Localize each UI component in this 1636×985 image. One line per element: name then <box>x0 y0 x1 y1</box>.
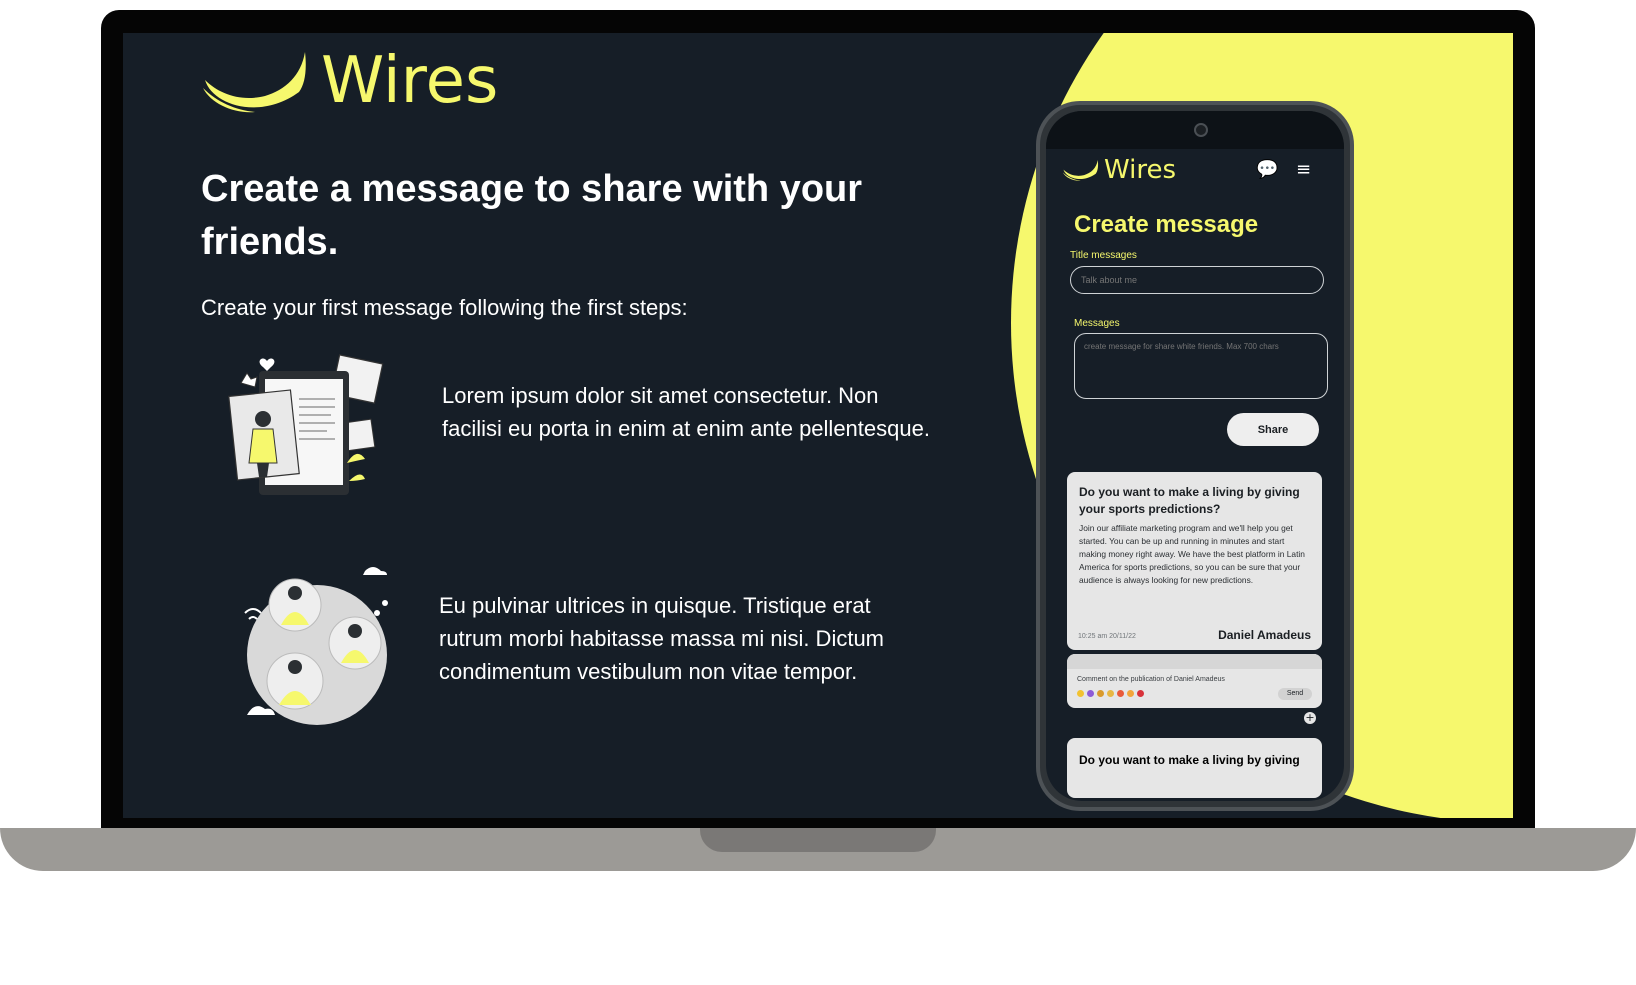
emoji-icon[interactable] <box>1117 690 1124 697</box>
step-1-text: Lorem ipsum dolor sit amet consectetur. … <box>442 383 930 441</box>
brand-logo[interactable]: Wires <box>201 46 498 116</box>
title-field-label: Title messages <box>1070 250 1137 261</box>
laptop-notch <box>700 828 936 852</box>
comment-header <box>1067 654 1322 669</box>
emoji-icon[interactable] <box>1077 690 1084 697</box>
phone-status-bar <box>1046 111 1344 149</box>
post-title: Do you want to make a living by giving <box>1079 753 1300 767</box>
emoji-reactions <box>1077 690 1144 697</box>
wires-logo-icon <box>1062 160 1099 181</box>
app-brand-name: Wires <box>1104 155 1177 185</box>
wires-logo-icon <box>203 52 306 113</box>
comment-box[interactable]: Comment on the publication of Daniel Ama… <box>1067 654 1322 708</box>
title-input[interactable] <box>1070 266 1324 294</box>
post-title: Do you want to make a living by giving y… <box>1079 485 1300 516</box>
emoji-icon[interactable] <box>1107 690 1114 697</box>
emoji-icon[interactable] <box>1087 690 1094 697</box>
post-card[interactable]: Do you want to make a living by giving <box>1067 738 1322 798</box>
step-2-text: Eu pulvinar ultrices in quisque. Tristiq… <box>439 593 885 684</box>
message-textarea[interactable] <box>1074 333 1328 399</box>
message-field-label: Messages <box>1074 318 1120 329</box>
phone-screen: Wires 💬 ≡ Create message Title messages … <box>1046 111 1344 801</box>
camera-icon <box>1194 123 1208 137</box>
globe-people-illustration <box>244 567 388 725</box>
add-icon[interactable]: + <box>1304 712 1316 724</box>
tablet-profile-illustration <box>228 354 384 495</box>
post-author[interactable]: Daniel Amadeus <box>1218 628 1311 642</box>
menu-icon[interactable]: ≡ <box>1296 161 1311 179</box>
create-message-title: Create message <box>1074 211 1259 238</box>
chat-icon[interactable]: 💬 <box>1256 159 1278 180</box>
post-timestamp: 10:25 am 20/11/22 <box>1078 633 1136 640</box>
share-button[interactable]: Share <box>1227 413 1319 446</box>
laptop-screen: Wires Create a message to share with you… <box>123 33 1513 818</box>
heart-icon[interactable] <box>1137 690 1144 697</box>
post-body: Join our affiliate marketing program and… <box>1079 523 1305 585</box>
intro-text: Create your first message following the … <box>201 295 688 320</box>
post-card[interactable]: Do you want to make a living by giving y… <box>1067 472 1322 650</box>
phone-mockup: Wires 💬 ≡ Create message Title messages … <box>1036 101 1354 811</box>
app-logo[interactable]: Wires <box>1062 155 1176 185</box>
page-headline: Create a message to share with your frie… <box>201 168 863 263</box>
emoji-icon[interactable] <box>1097 690 1104 697</box>
send-button[interactable]: Send <box>1278 688 1312 700</box>
comment-input[interactable]: Comment on the publication of Daniel Ama… <box>1077 676 1225 683</box>
emoji-icon[interactable] <box>1127 690 1134 697</box>
brand-name: Wires <box>321 44 499 118</box>
